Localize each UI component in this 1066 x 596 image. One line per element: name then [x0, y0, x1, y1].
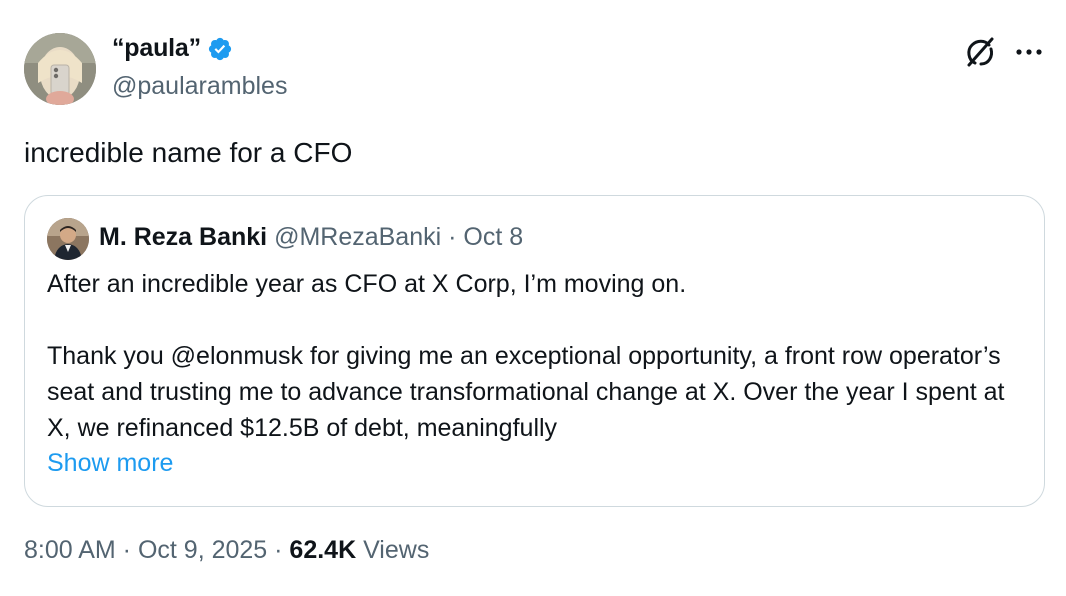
- quoted-body: After an incredible year as CFO at X Cor…: [47, 266, 1027, 446]
- footer-separator-2: ·: [267, 536, 290, 564]
- quoted-paragraph-2: Thank you @elonmusk for giving me an exc…: [47, 342, 1005, 442]
- author-display-name[interactable]: “paula”: [112, 34, 233, 63]
- quoted-author-handle[interactable]: @MRezaBanki: [274, 223, 441, 251]
- footer-separator-1: ·: [115, 536, 138, 564]
- quoted-author-name[interactable]: M. Reza Banki: [99, 223, 267, 251]
- tweet-text: incredible name for a CFO: [24, 137, 353, 168]
- tweet-time[interactable]: 8:00 AM: [24, 536, 116, 564]
- show-more-link[interactable]: Show more: [47, 449, 173, 478]
- quoted-separator: ·: [441, 223, 464, 251]
- quoted-tweet[interactable]: M. Reza Banki @MRezaBanki · Oct 8 After …: [24, 195, 1045, 507]
- quoted-header: M. Reza Banki @MRezaBanki · Oct 8: [99, 223, 523, 252]
- display-name-text: “paula”: [112, 34, 201, 62]
- views-label: Views: [356, 536, 430, 564]
- quoted-paragraph-1: After an incredible year as CFO at X Cor…: [47, 270, 687, 298]
- grok-icon[interactable]: [962, 34, 998, 70]
- views-count: 62.4K: [289, 536, 357, 564]
- quoted-date[interactable]: Oct 8: [463, 223, 523, 251]
- tweet-card: “paula” @paularambles incredible name fo…: [0, 0, 1066, 596]
- verified-badge-icon[interactable]: [207, 36, 233, 62]
- tweet-footer: 8:00 AM · Oct 9, 2025 · 62.4K Views: [24, 536, 429, 565]
- author-avatar[interactable]: [24, 33, 96, 105]
- author-handle[interactable]: @paularambles: [112, 72, 287, 101]
- quoted-author-avatar[interactable]: [47, 218, 89, 260]
- tweet-date[interactable]: Oct 9, 2025: [138, 536, 267, 564]
- more-horizontal-icon[interactable]: [1012, 42, 1046, 62]
